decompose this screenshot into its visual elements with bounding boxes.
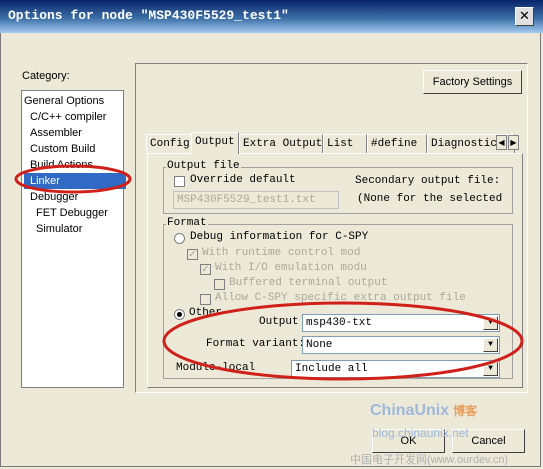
watermark-footer: 中国电子开发网(www.ourdev.cn) [350, 454, 509, 466]
format-annotation-ellipse [162, 301, 524, 381]
watermark-brand: ChinaUnix 博客 [370, 402, 478, 419]
tab-output[interactable]: Output [191, 132, 239, 154]
annotation-overlay [14, 164, 524, 381]
watermark-blog: blog.chinaunix.net [372, 426, 469, 440]
linker-annotation-ellipse [14, 164, 132, 194]
